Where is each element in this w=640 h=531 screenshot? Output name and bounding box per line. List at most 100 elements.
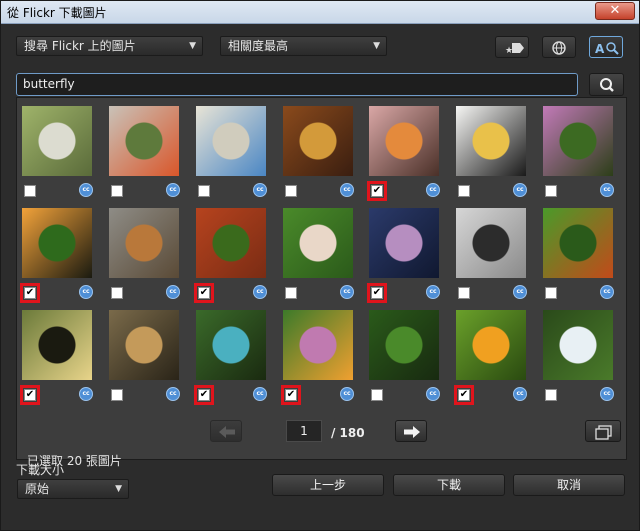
butterfly-photo-thumbnail[interactable]	[109, 106, 179, 176]
creative-commons-icon[interactable]: cc	[426, 387, 440, 401]
creative-commons-icon[interactable]: cc	[513, 387, 527, 401]
photo-checkbox[interactable]	[458, 287, 470, 299]
creative-commons-icon[interactable]: cc	[600, 183, 614, 197]
creative-commons-icon[interactable]: cc	[79, 285, 93, 299]
photo-tile[interactable]: ✔ cc	[367, 106, 449, 206]
photo-checkbox[interactable]: ✔	[367, 181, 387, 201]
prev-page-button[interactable]	[210, 420, 242, 442]
butterfly-photo-thumbnail[interactable]	[456, 106, 526, 176]
photo-tile[interactable]: cc	[456, 106, 536, 206]
sort-dropdown[interactable]: 相關度最高 ▼	[220, 36, 387, 56]
creative-commons-icon[interactable]: cc	[340, 285, 354, 299]
photo-tile[interactable]: cc	[109, 106, 189, 206]
photo-tile[interactable]: cc	[543, 310, 623, 410]
photo-tile[interactable]: ✔ cc	[20, 310, 102, 410]
photo-tile[interactable]: cc	[456, 208, 536, 308]
text-search-button[interactable]: A	[589, 36, 623, 58]
butterfly-photo-thumbnail[interactable]	[543, 310, 613, 380]
creative-commons-icon[interactable]: cc	[166, 285, 180, 299]
source-dropdown[interactable]: 搜尋 Flickr 上的圖片 ▼	[16, 36, 203, 56]
butterfly-photo-thumbnail[interactable]	[22, 208, 92, 278]
cancel-button[interactable]: 取消	[513, 474, 625, 496]
creative-commons-icon[interactable]: cc	[426, 183, 440, 197]
photo-tile[interactable]: cc	[543, 106, 623, 206]
butterfly-photo-thumbnail[interactable]	[369, 208, 439, 278]
page-input[interactable]: 1	[286, 420, 322, 442]
next-page-button[interactable]	[395, 420, 427, 442]
photo-tile[interactable]: cc	[283, 106, 363, 206]
photo-tile[interactable]: ✔ cc	[194, 310, 276, 410]
photo-checkbox[interactable]	[285, 287, 297, 299]
butterfly-photo-thumbnail[interactable]	[196, 106, 266, 176]
creative-commons-icon[interactable]: cc	[79, 387, 93, 401]
photo-checkbox[interactable]	[198, 185, 210, 197]
photo-tile[interactable]: cc	[543, 208, 623, 308]
butterfly-photo-thumbnail[interactable]	[543, 106, 613, 176]
photo-tile[interactable]: ✔ cc	[20, 208, 102, 308]
creative-commons-icon[interactable]: cc	[426, 285, 440, 299]
photo-checkbox[interactable]	[24, 185, 36, 197]
butterfly-photo-thumbnail[interactable]	[283, 310, 353, 380]
butterfly-photo-thumbnail[interactable]	[109, 208, 179, 278]
creative-commons-icon[interactable]: cc	[166, 183, 180, 197]
photo-checkbox[interactable]: ✔	[20, 385, 40, 405]
photo-checkbox[interactable]	[111, 389, 123, 401]
butterfly-photo-thumbnail[interactable]	[22, 106, 92, 176]
butterfly-photo-thumbnail[interactable]	[196, 208, 266, 278]
search-input[interactable]: butterfly	[16, 73, 578, 96]
photo-tile[interactable]: ✔ cc	[367, 208, 449, 308]
butterfly-photo-thumbnail[interactable]	[369, 310, 439, 380]
close-button[interactable]: ✕	[595, 2, 635, 20]
photo-checkbox[interactable]	[371, 389, 383, 401]
photo-tile[interactable]: cc	[109, 208, 189, 308]
creative-commons-icon[interactable]: cc	[253, 285, 267, 299]
photo-tile[interactable]: ✔ cc	[454, 310, 536, 410]
photo-checkbox[interactable]	[545, 287, 557, 299]
butterfly-photo-thumbnail[interactable]	[543, 208, 613, 278]
butterfly-photo-thumbnail[interactable]	[456, 208, 526, 278]
butterfly-photo-thumbnail[interactable]	[283, 106, 353, 176]
download-button[interactable]: 下載	[393, 474, 505, 496]
butterfly-photo-thumbnail[interactable]	[22, 310, 92, 380]
photo-tile[interactable]: cc	[196, 106, 276, 206]
photo-checkbox[interactable]	[458, 185, 470, 197]
photo-checkbox[interactable]: ✔	[281, 385, 301, 405]
photo-tile[interactable]: cc	[369, 310, 449, 410]
photo-checkbox[interactable]	[545, 389, 557, 401]
search-button[interactable]	[589, 73, 624, 96]
photo-tile[interactable]: ✔ cc	[194, 208, 276, 308]
butterfly-photo-thumbnail[interactable]	[283, 208, 353, 278]
creative-commons-icon[interactable]: cc	[513, 285, 527, 299]
butterfly-photo-thumbnail[interactable]	[109, 310, 179, 380]
photo-checkbox[interactable]	[285, 185, 297, 197]
photo-checkbox[interactable]	[111, 185, 123, 197]
photo-checkbox[interactable]	[545, 185, 557, 197]
creative-commons-icon[interactable]: cc	[513, 183, 527, 197]
creative-commons-icon[interactable]: cc	[600, 285, 614, 299]
photo-checkbox[interactable]: ✔	[367, 283, 387, 303]
photo-checkbox[interactable]	[111, 287, 123, 299]
photo-checkbox[interactable]: ✔	[194, 283, 214, 303]
photo-checkbox[interactable]: ✔	[454, 385, 474, 405]
globe-button[interactable]	[542, 36, 576, 58]
butterfly-photo-thumbnail[interactable]	[369, 106, 439, 176]
creative-commons-icon[interactable]: cc	[340, 183, 354, 197]
photo-tile[interactable]: cc	[22, 106, 102, 206]
fullscreen-button[interactable]	[585, 420, 621, 442]
creative-commons-icon[interactable]: cc	[600, 387, 614, 401]
creative-commons-icon[interactable]: cc	[166, 387, 180, 401]
favorite-tag-button[interactable]: ★	[495, 36, 529, 58]
creative-commons-icon[interactable]: cc	[253, 183, 267, 197]
photo-tile[interactable]: ✔ cc	[281, 310, 363, 410]
butterfly-photo-thumbnail[interactable]	[196, 310, 266, 380]
photo-tile[interactable]: cc	[109, 310, 189, 410]
photo-tile[interactable]: cc	[283, 208, 363, 308]
download-size-dropdown[interactable]: 原始 ▼	[17, 479, 129, 499]
photo-checkbox[interactable]: ✔	[194, 385, 214, 405]
back-button[interactable]: 上一步	[272, 474, 384, 496]
photo-checkbox[interactable]: ✔	[20, 283, 40, 303]
creative-commons-icon[interactable]: cc	[340, 387, 354, 401]
creative-commons-icon[interactable]: cc	[79, 183, 93, 197]
butterfly-photo-thumbnail[interactable]	[456, 310, 526, 380]
creative-commons-icon[interactable]: cc	[253, 387, 267, 401]
